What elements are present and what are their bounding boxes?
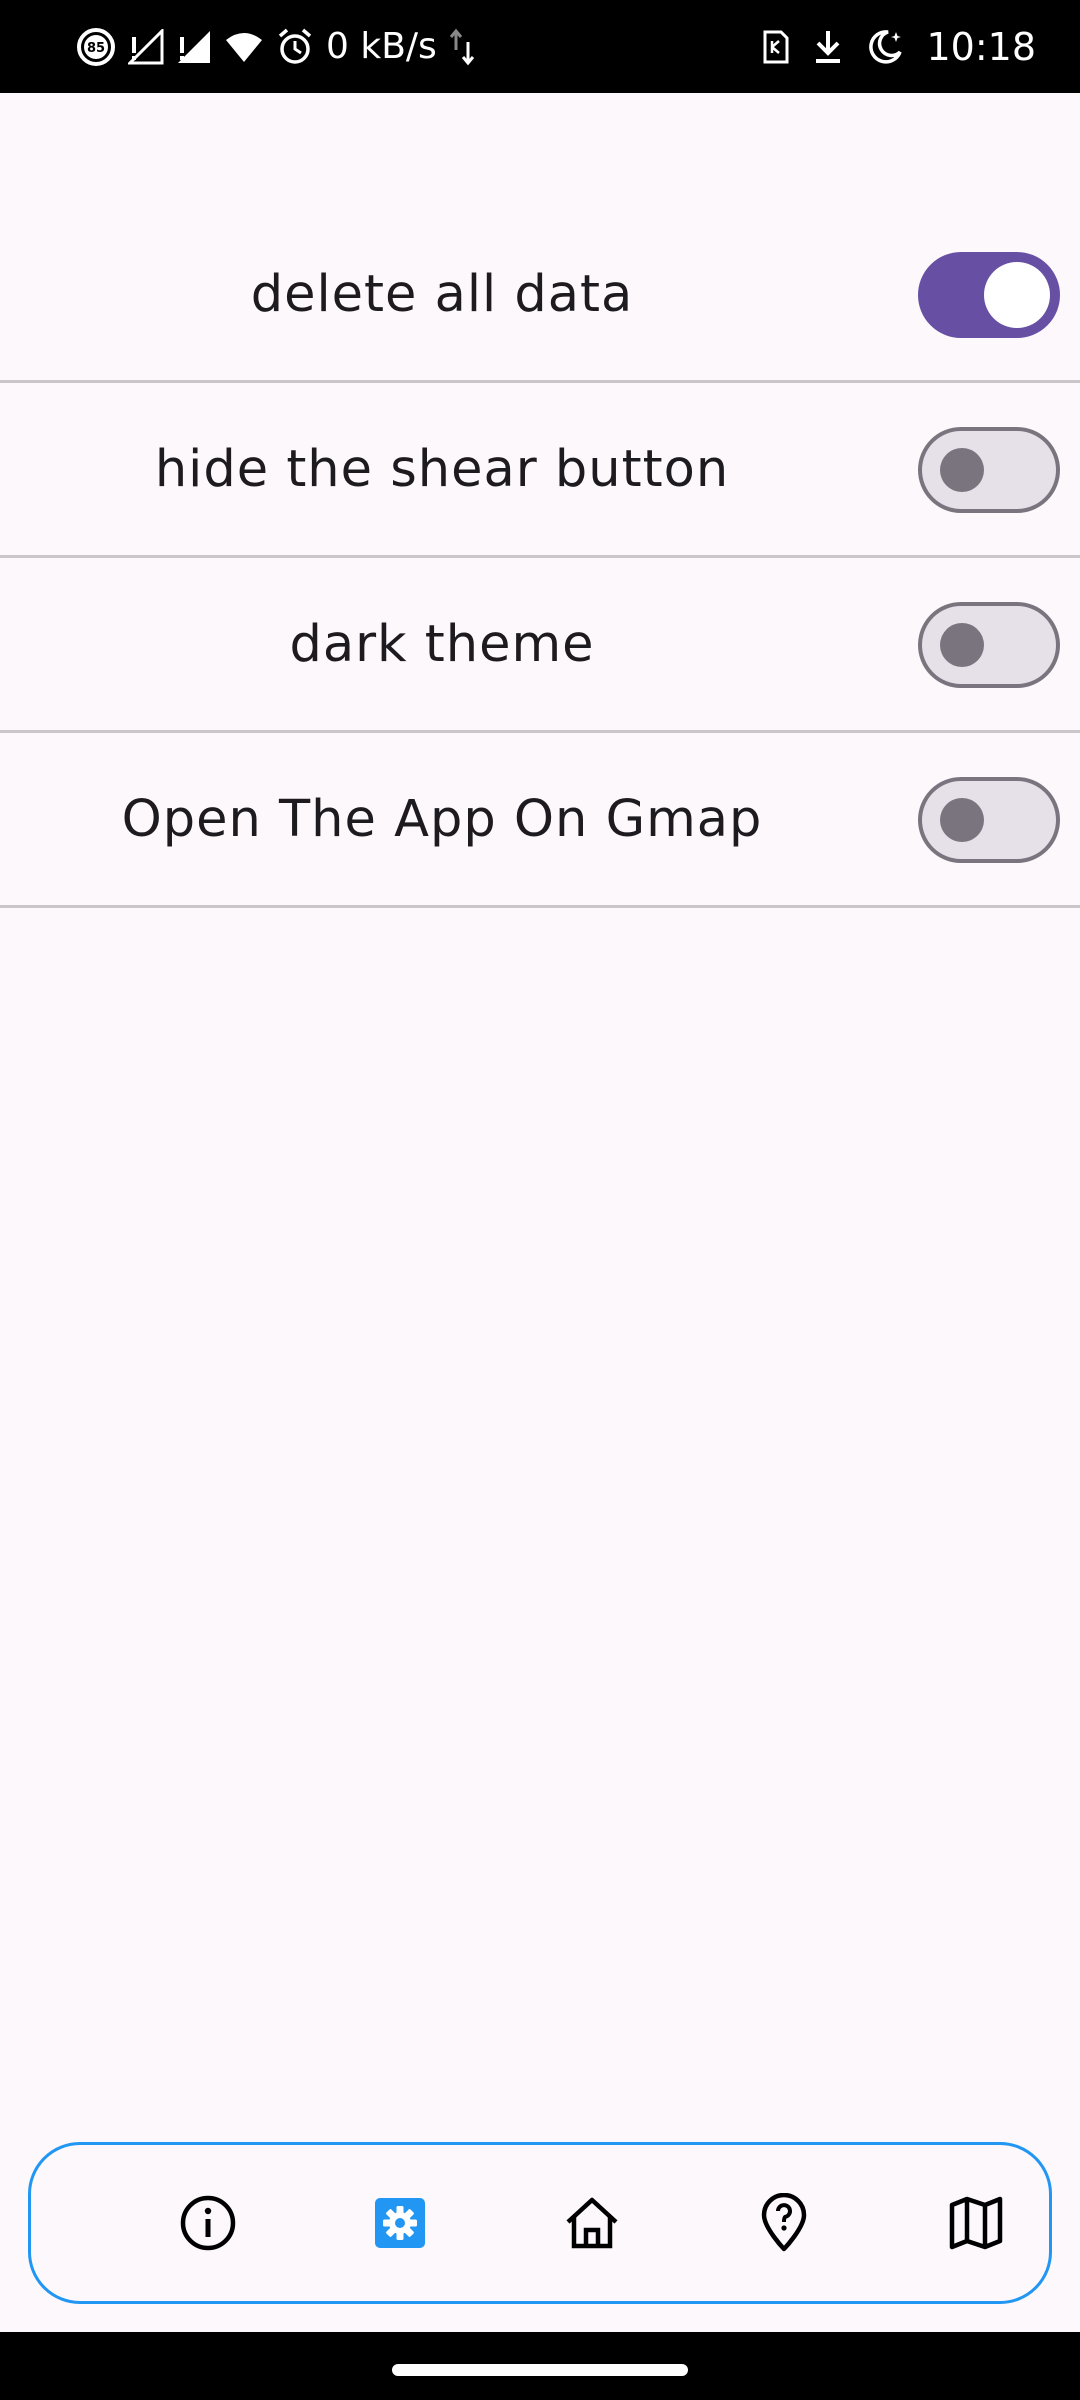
- data-arrows-icon: [449, 28, 475, 66]
- battery-badge-text: 85: [87, 41, 105, 56]
- system-gesture-bar: [0, 2332, 1080, 2400]
- map-icon: [946, 2193, 1006, 2257]
- setting-label: hide the shear button: [154, 439, 730, 499]
- nav-item-home[interactable]: [542, 2175, 642, 2275]
- settings-list: delete all data hide the shear button da…: [0, 208, 1080, 908]
- setting-row-hide-share-button: hide the shear button: [0, 383, 1080, 558]
- setting-label: dark theme: [289, 614, 595, 674]
- nav-item-map[interactable]: [926, 2175, 1026, 2275]
- alarm-icon: [276, 28, 314, 66]
- status-bar-right: 10:18: [762, 0, 1036, 93]
- dark-theme-switch[interactable]: [918, 602, 1060, 688]
- network-speed-text: 0 kB/s: [326, 26, 437, 67]
- help-location-pin-icon: [754, 2192, 814, 2257]
- status-bar: 85 0 kB/s 10:18: [0, 0, 1080, 93]
- nav-item-settings[interactable]: [350, 2175, 450, 2275]
- switch-knob: [940, 798, 984, 842]
- info-icon: [178, 2193, 238, 2257]
- switch-knob: [940, 448, 984, 492]
- wifi-icon: [224, 30, 264, 64]
- setting-label: delete all data: [250, 264, 634, 324]
- settings-gear-icon: [370, 2193, 430, 2257]
- setting-row-open-on-gmap: Open The App On Gmap: [0, 733, 1080, 908]
- delete-all-data-switch[interactable]: [918, 252, 1060, 338]
- clock-time: 10:18: [926, 24, 1036, 69]
- bottom-navigation-bar: [28, 2142, 1052, 2304]
- status-bar-left: 85 0 kB/s: [76, 0, 475, 93]
- sim-card-icon: [762, 29, 790, 65]
- setting-row-delete-all-data: delete all data: [0, 208, 1080, 383]
- switch-knob: [984, 262, 1050, 328]
- battery-saver-icon: 85: [76, 27, 116, 67]
- hide-share-button-switch[interactable]: [918, 427, 1060, 513]
- nav-item-info[interactable]: [158, 2175, 258, 2275]
- signal-1-icon: [128, 28, 164, 65]
- signal-2-icon: [176, 29, 212, 65]
- setting-label: Open The App On Gmap: [121, 789, 763, 849]
- do-not-disturb-moon-icon: [866, 28, 904, 66]
- open-app-on-gmap-switch[interactable]: [918, 777, 1060, 863]
- switch-knob: [940, 623, 984, 667]
- setting-row-dark-theme: dark theme: [0, 558, 1080, 733]
- home-gesture-handle[interactable]: [392, 2364, 688, 2376]
- nav-item-help-location[interactable]: [734, 2175, 834, 2275]
- download-icon: [812, 28, 844, 66]
- home-icon: [562, 2193, 622, 2257]
